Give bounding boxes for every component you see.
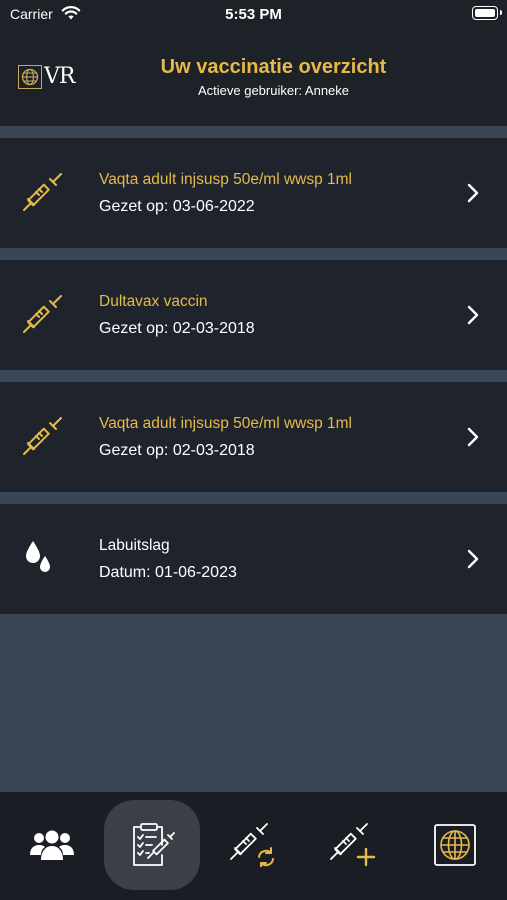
globe-logo-icon (18, 64, 42, 89)
app-logo: VR (18, 64, 75, 89)
syringe-refresh-icon (230, 823, 274, 867)
users-icon (30, 830, 74, 860)
list-item[interactable]: Labuitslag Datum: 01-06-2023 (0, 504, 507, 614)
chevron-right-icon (467, 427, 479, 447)
syringe-icon (23, 417, 62, 455)
vaccine-name: Vaqta adult injsusp 50e/ml wwsp 1ml (99, 171, 353, 188)
tab-world[interactable] (407, 800, 503, 890)
tab-bar (0, 792, 507, 900)
logo-text: VR (44, 64, 75, 89)
chevron-right-icon (467, 305, 479, 325)
lab-result-title: Labuitslag (99, 537, 170, 554)
vaccination-list: Vaqta adult injsusp 50e/ml wwsp 1ml Geze… (0, 138, 507, 626)
list-item[interactable]: Vaqta adult injsusp 50e/ml wwsp 1ml Geze… (0, 382, 507, 492)
chevron-right-icon (467, 183, 479, 203)
syringe-add-icon (330, 823, 376, 867)
list-item[interactable]: Dultavax vaccin Gezet op: 02-03-2018 (0, 260, 507, 370)
vaccination-date: Gezet op: 03-06-2022 (99, 198, 255, 215)
vaccine-name: Dultavax vaccin (99, 293, 208, 310)
vaccine-name: Vaqta adult injsusp 50e/ml wwsp 1ml (99, 415, 353, 432)
blood-drops-icon (26, 541, 50, 572)
vaccination-date: Gezet op: 02-03-2018 (99, 320, 255, 337)
status-time: 5:53 PM (225, 6, 282, 23)
tab-vaccination-overview[interactable] (104, 800, 200, 890)
globe-icon (434, 824, 476, 866)
tab-add-vaccination[interactable] (306, 800, 402, 890)
chevron-right-icon (467, 549, 479, 569)
header: VR Uw vaccinatie overzicht Actieve gebru… (0, 30, 507, 126)
lab-result-date: Datum: 01-06-2023 (99, 564, 237, 581)
vaccination-date: Gezet op: 02-03-2018 (99, 442, 255, 459)
active-user-label: Actieve gebruiker: Anneke (197, 83, 350, 98)
vaccination-list-area: Vaqta adult injsusp 50e/ml wwsp 1ml Geze… (0, 126, 507, 792)
page-title: Uw vaccinatie overzicht (160, 56, 387, 78)
syringe-icon (23, 173, 62, 211)
syringe-icon (23, 295, 62, 333)
vaccination-checklist-icon (133, 823, 175, 866)
list-item[interactable]: Vaqta adult injsusp 50e/ml wwsp 1ml Geze… (0, 138, 507, 248)
tab-users[interactable] (4, 800, 100, 890)
battery-icon (472, 6, 502, 20)
tab-vaccination-sync[interactable] (206, 800, 302, 890)
status-bar: Carrier 5:53 PM (0, 0, 507, 30)
